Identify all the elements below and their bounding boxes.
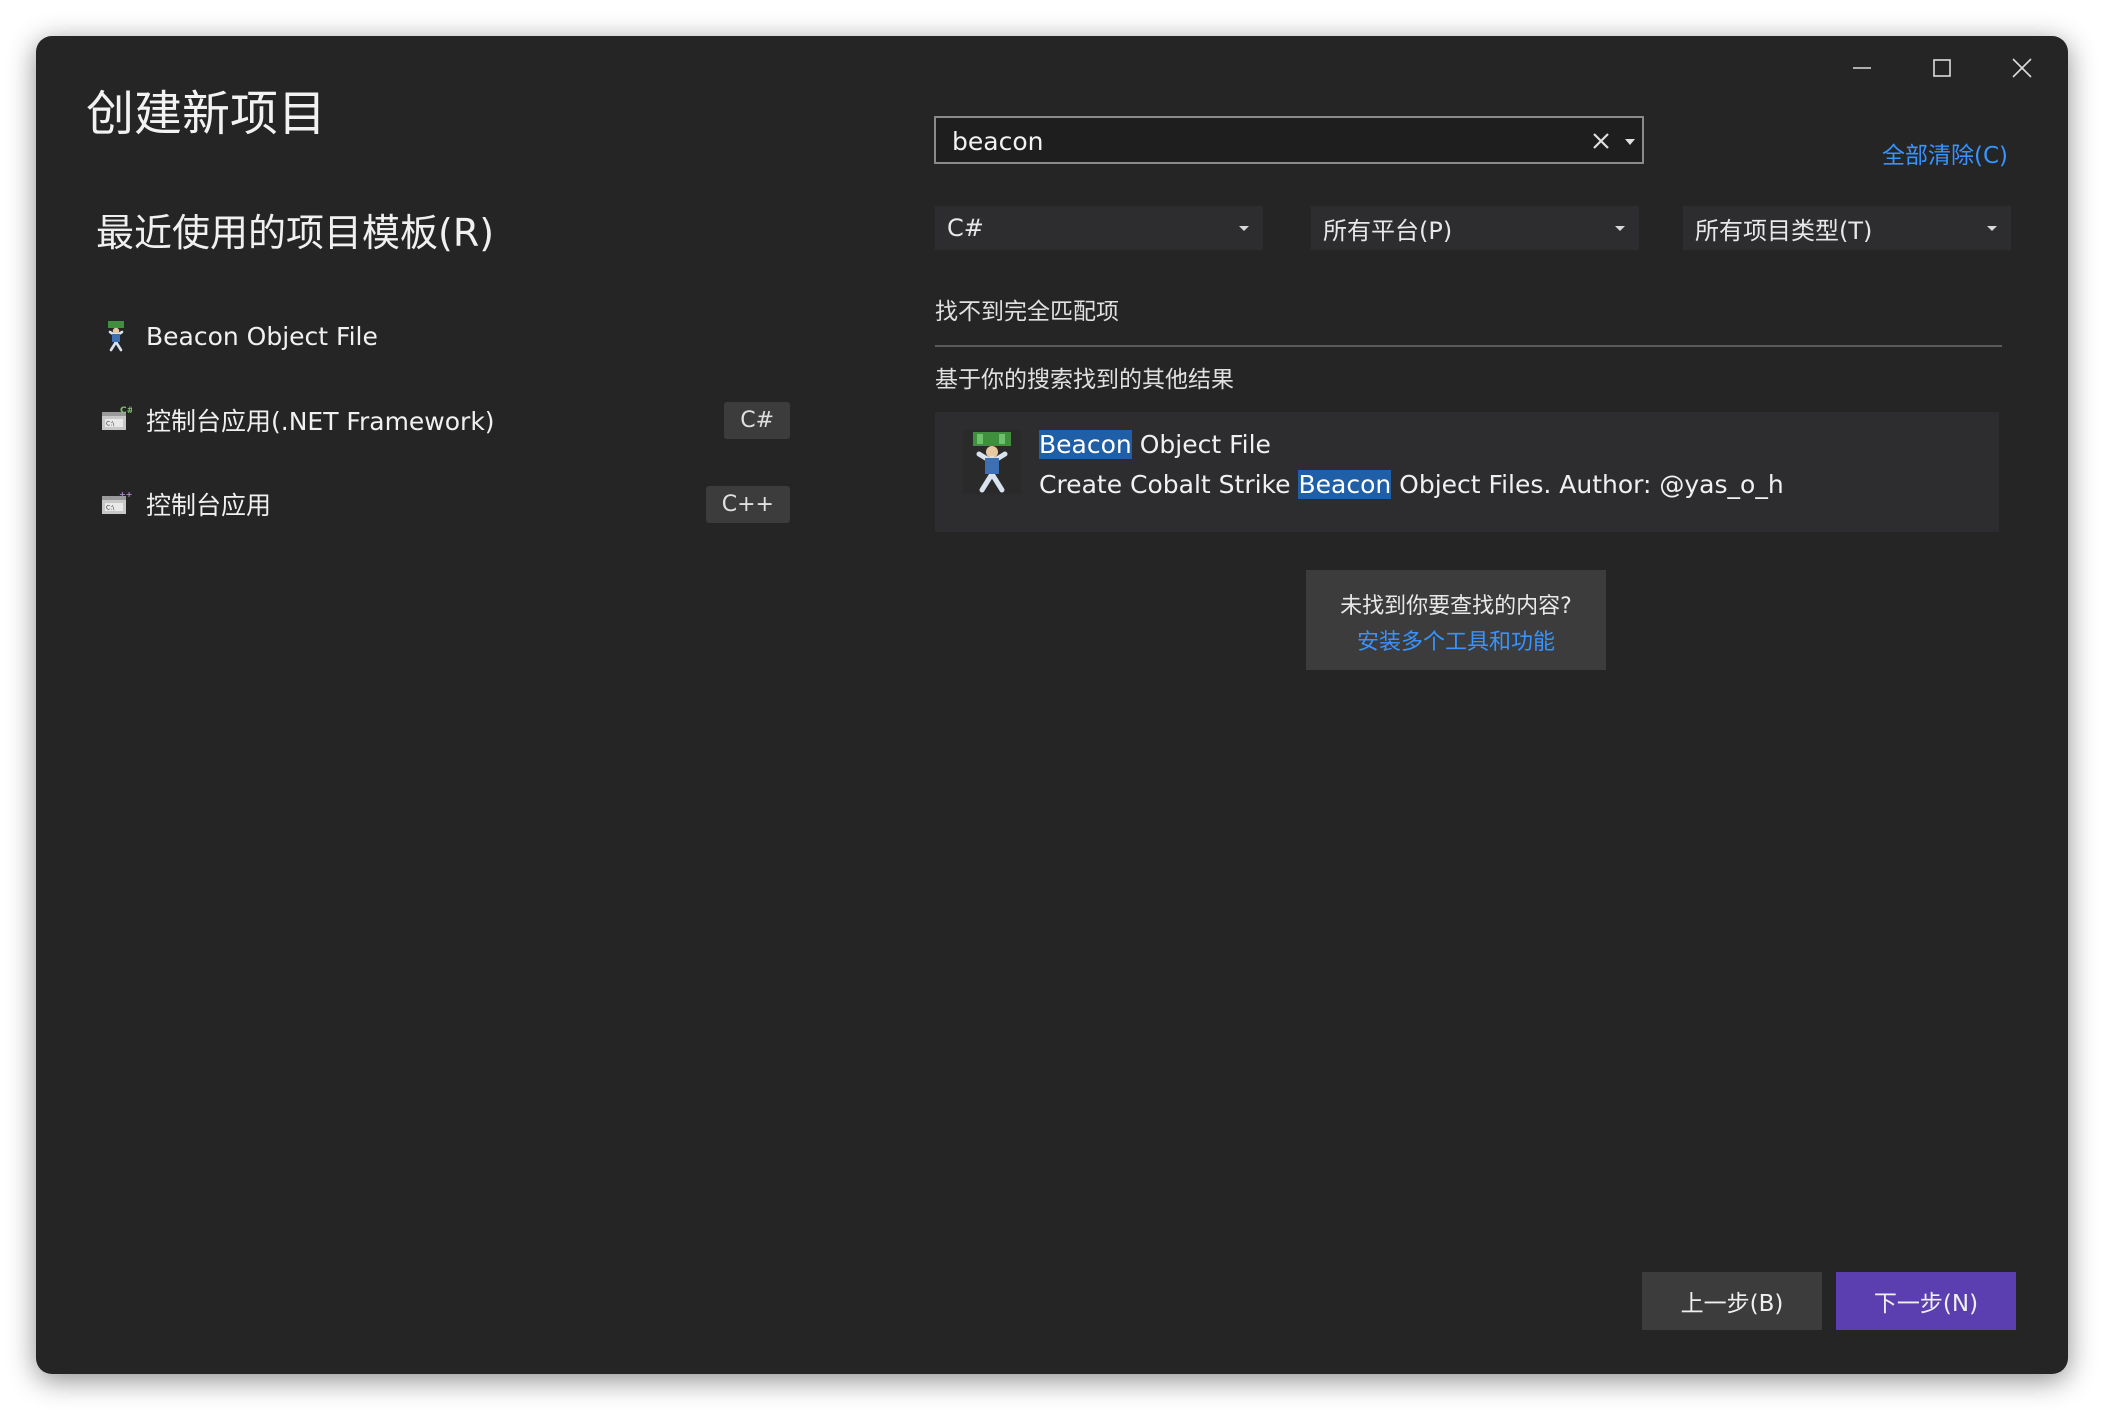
maximize-button[interactable] [1910,46,1974,90]
minimize-button[interactable] [1830,46,1894,90]
svg-text:C:\: C:\ [106,505,115,512]
clear-all-link[interactable]: 全部清除(C) [1882,136,2008,170]
recent-item-label: 控制台应用 [146,491,272,520]
project-type-filter-value: 所有项目类型(T) [1695,216,1873,245]
console-app-icon: C:\ ++ [102,490,132,514]
svg-text:C:\: C:\ [106,421,115,428]
language-filter-dropdown[interactable]: C# [935,206,1263,250]
other-results-heading: 基于你的搜索找到的其他结果 [935,367,1234,393]
result-desc-before: Create Cobalt Strike [1039,470,1299,499]
recent-item-label: 控制台应用(.NET Framework) [146,407,495,436]
search-input[interactable] [950,118,1554,164]
beacon-template-icon [108,321,124,352]
language-tag: C++ [705,485,790,523]
console-app-icon: C:\ C# [102,406,132,430]
svg-text:++: ++ [119,490,132,499]
chevron-down-icon [1987,226,1997,231]
clear-search-icon[interactable] [1590,130,1612,152]
page-title: 创建新项目 [86,86,327,142]
create-project-dialog: 创建新项目 最近使用的项目模板(R) Beacon Object File C:… [36,36,2068,1374]
close-icon [2012,58,2032,78]
recent-templates-heading: 最近使用的项目模板(R) [96,211,495,255]
maximize-icon [1933,59,1951,77]
next-button[interactable]: 下一步(N) [1836,1272,2016,1330]
search-highlight: Beacon [1039,430,1132,459]
chevron-down-icon[interactable] [1620,130,1640,152]
close-button[interactable] [1990,46,2054,90]
result-title-rest: Object File [1131,430,1271,459]
project-type-filter-dropdown[interactable]: 所有项目类型(T) [1683,206,2011,250]
recent-item-beacon-object-file[interactable]: Beacon Object File [96,306,790,366]
beacon-template-icon [963,430,1021,494]
chevron-down-icon [1615,226,1625,231]
template-search-box [934,116,1644,164]
platform-filter-value: 所有平台(P) [1323,216,1453,245]
divider [935,345,2002,347]
language-tag: C# [724,401,790,439]
language-filter-value: C# [947,214,984,242]
recent-item-label: Beacon Object File [146,321,378,351]
minimize-icon [1853,67,1871,69]
result-title: Beacon Object File [1039,430,1271,459]
result-item-beacon-object-file[interactable]: Beacon Object File Create Cobalt Strike … [935,412,1999,532]
chevron-down-icon [1239,226,1249,231]
install-tools-link[interactable]: 安装多个工具和功能 [1306,624,1606,656]
recent-item-console-app-netfx[interactable]: C:\ C# 控制台应用(.NET Framework) C# [96,390,790,450]
recent-item-console-app-cpp[interactable]: C:\ ++ 控制台应用 C++ [96,474,790,534]
result-desc-after: Object Files. Author: @yas_o_h [1391,470,1784,499]
svg-text:C#: C# [120,406,132,416]
search-highlight: Beacon [1298,470,1392,499]
back-button[interactable]: 上一步(B) [1642,1272,1822,1330]
install-more-tools-panel: 未找到你要查找的内容? 安装多个工具和功能 [1306,570,1606,670]
result-description: Create Cobalt Strike Beacon Object Files… [1039,470,1784,499]
no-exact-match-text: 找不到完全匹配项 [935,299,1119,325]
not-found-question: 未找到你要查找的内容? [1340,594,1572,619]
platform-filter-dropdown[interactable]: 所有平台(P) [1311,206,1639,250]
